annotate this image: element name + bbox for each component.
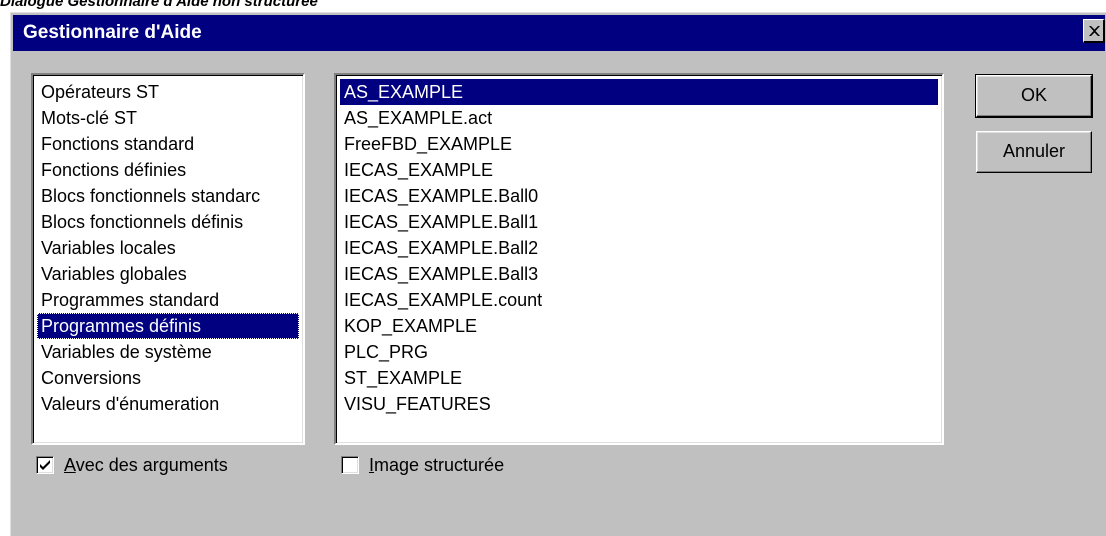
category-list-item[interactable]: Opérateurs ST: [37, 79, 299, 105]
with-arguments-box[interactable]: [36, 456, 54, 474]
category-list-item[interactable]: Variables de système: [37, 339, 299, 365]
checkmark-icon: [40, 460, 50, 470]
structured-image-box[interactable]: [341, 456, 359, 474]
entry-list-item[interactable]: AS_EXAMPLE.act: [340, 105, 938, 131]
category-list-item[interactable]: Programmes définis: [37, 313, 299, 339]
ok-button[interactable]: OK: [975, 74, 1093, 118]
category-list-item[interactable]: Conversions: [37, 365, 299, 391]
title-bar: Gestionnaire d'Aide: [13, 15, 1105, 51]
entry-list-item[interactable]: IECAS_EXAMPLE.Ball0: [340, 183, 938, 209]
category-list-item[interactable]: Blocs fonctionnels définis: [37, 209, 299, 235]
category-list-item[interactable]: Blocs fonctionnels standarc: [37, 183, 299, 209]
access-key: A: [64, 455, 76, 475]
entry-list-item[interactable]: ST_EXAMPLE: [340, 365, 938, 391]
label-text: vec des arguments: [75, 455, 228, 475]
close-button[interactable]: [1083, 19, 1105, 43]
category-list-item[interactable]: Fonctions définies: [37, 157, 299, 183]
entry-listbox[interactable]: AS_EXAMPLE AS_EXAMPLE.act FreeFBD_EXAMPLE I…: [334, 73, 944, 445]
category-list-item[interactable]: Variables locales: [37, 235, 299, 261]
entry-list-item[interactable]: IECAS_EXAMPLE.Ball1: [340, 209, 938, 235]
cancel-button[interactable]: Annuler: [976, 131, 1092, 173]
figure-caption: Dialogue Gestionnaire d'Aide non structu…: [0, 0, 318, 10]
entry-list-item[interactable]: AS_EXAMPLE: [340, 79, 938, 105]
category-list-item[interactable]: Variables globales: [37, 261, 299, 287]
entry-list-item[interactable]: IECAS_EXAMPLE.count: [340, 287, 938, 313]
structured-image-checkbox[interactable]: Image structurée: [341, 453, 601, 477]
entry-list-item[interactable]: KOP_EXAMPLE: [340, 313, 938, 339]
with-arguments-label: Avec des arguments: [64, 453, 228, 477]
entry-list-item[interactable]: IECAS_EXAMPLE.Ball3: [340, 261, 938, 287]
category-list-item[interactable]: Programmes standard: [37, 287, 299, 313]
category-list-item[interactable]: Valeurs d'énumeration: [37, 391, 299, 417]
structured-image-label: Image structurée: [369, 453, 504, 477]
entry-list-item[interactable]: PLC_PRG: [340, 339, 938, 365]
entry-list-item[interactable]: IECAS_EXAMPLE.Ball2: [340, 235, 938, 261]
dialog-title: Gestionnaire d'Aide: [23, 22, 202, 43]
label-text: mage structurée: [374, 455, 505, 475]
help-manager-dialog: Gestionnaire d'Aide Opérateurs ST Mots-cl…: [10, 12, 1106, 536]
category-list-item[interactable]: Mots-clé ST: [37, 105, 299, 131]
with-arguments-checkbox[interactable]: Avec des arguments: [36, 453, 296, 477]
category-listbox[interactable]: Opérateurs ST Mots-clé ST Fonctions standa…: [31, 73, 305, 445]
category-list-item[interactable]: Fonctions standard: [37, 131, 299, 157]
close-icon: [1089, 26, 1100, 36]
entry-list-item[interactable]: IECAS_EXAMPLE: [340, 157, 938, 183]
entry-list-item[interactable]: FreeFBD_EXAMPLE: [340, 131, 938, 157]
entry-list-item[interactable]: VISU_FEATURES: [340, 391, 938, 417]
